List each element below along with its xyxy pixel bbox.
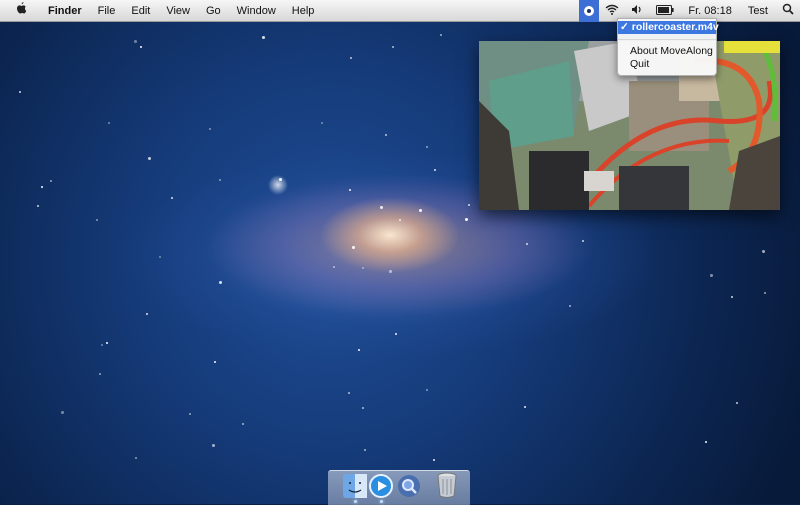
star bbox=[524, 406, 526, 408]
quicktime-icon[interactable] bbox=[368, 473, 394, 499]
star bbox=[41, 186, 43, 188]
star bbox=[764, 292, 766, 294]
star bbox=[419, 209, 422, 212]
apple-logo-icon bbox=[16, 1, 26, 13]
movealong-menu: ✓ rollercoaster.m4v About MoveAlong Quit bbox=[617, 18, 719, 76]
star bbox=[262, 36, 265, 39]
star bbox=[350, 57, 352, 59]
star bbox=[433, 459, 435, 461]
window-menu[interactable]: Window bbox=[229, 0, 284, 22]
star bbox=[762, 250, 765, 253]
star bbox=[434, 169, 436, 171]
star bbox=[348, 392, 350, 394]
checkmark-icon: ✓ bbox=[620, 21, 629, 33]
star bbox=[106, 342, 108, 344]
star bbox=[392, 46, 394, 48]
star bbox=[159, 256, 161, 258]
star bbox=[214, 361, 216, 363]
finder-menu[interactable]: Finder bbox=[40, 0, 90, 22]
star bbox=[219, 281, 222, 284]
running-indicator bbox=[354, 500, 357, 503]
star bbox=[582, 240, 584, 242]
star bbox=[50, 180, 52, 182]
help-menu[interactable]: Help bbox=[284, 0, 323, 22]
menu-separator bbox=[618, 39, 716, 40]
star bbox=[705, 441, 707, 443]
star bbox=[108, 122, 110, 124]
star bbox=[389, 270, 392, 273]
star bbox=[333, 266, 335, 268]
star bbox=[731, 296, 733, 298]
star bbox=[279, 178, 282, 181]
star bbox=[242, 423, 244, 425]
menu-item-about[interactable]: About MoveAlong bbox=[618, 45, 716, 58]
go-menu[interactable]: Go bbox=[198, 0, 229, 22]
user-menu[interactable]: Test bbox=[740, 0, 776, 22]
finder-icon[interactable] bbox=[342, 473, 368, 499]
star bbox=[465, 218, 468, 221]
star bbox=[358, 349, 360, 351]
trash-icon[interactable] bbox=[434, 471, 460, 498]
search-icon[interactable] bbox=[776, 0, 800, 22]
movealong-eye-icon[interactable] bbox=[579, 0, 600, 22]
star bbox=[146, 313, 148, 315]
star bbox=[99, 373, 101, 375]
star bbox=[219, 179, 221, 181]
star bbox=[101, 344, 103, 346]
preview-magnifier-icon[interactable] bbox=[396, 473, 422, 499]
star bbox=[426, 146, 428, 148]
star bbox=[468, 204, 470, 206]
star bbox=[736, 402, 738, 404]
view-menu[interactable]: View bbox=[158, 0, 198, 22]
star bbox=[61, 411, 64, 414]
star bbox=[362, 267, 364, 269]
star bbox=[209, 128, 211, 130]
star bbox=[395, 333, 397, 335]
star bbox=[19, 91, 21, 93]
star bbox=[440, 34, 442, 36]
star bbox=[212, 444, 215, 447]
menu-item-rollercoaster[interactable]: ✓ rollercoaster.m4v bbox=[618, 21, 719, 34]
star bbox=[134, 40, 137, 43]
edit-menu[interactable]: Edit bbox=[123, 0, 158, 22]
star bbox=[426, 389, 428, 391]
menu-item-label: rollercoaster.m4v bbox=[631, 21, 719, 33]
running-indicator bbox=[380, 500, 383, 503]
star bbox=[37, 205, 39, 207]
star bbox=[171, 197, 173, 199]
menu-item-quit[interactable]: Quit bbox=[618, 58, 716, 71]
star bbox=[189, 413, 191, 415]
star bbox=[352, 246, 355, 249]
star bbox=[135, 457, 137, 459]
star bbox=[148, 157, 151, 160]
star bbox=[362, 407, 364, 409]
star bbox=[380, 206, 383, 209]
star bbox=[321, 122, 323, 124]
star bbox=[385, 134, 387, 136]
star bbox=[364, 449, 366, 451]
star bbox=[399, 219, 401, 221]
apple-menu-icon[interactable] bbox=[6, 0, 36, 22]
star bbox=[526, 243, 528, 245]
dock bbox=[328, 470, 470, 505]
star bbox=[140, 46, 142, 48]
star bbox=[96, 219, 98, 221]
star bbox=[710, 274, 713, 277]
file-menu[interactable]: File bbox=[90, 0, 124, 22]
star bbox=[569, 305, 571, 307]
star bbox=[349, 189, 351, 191]
